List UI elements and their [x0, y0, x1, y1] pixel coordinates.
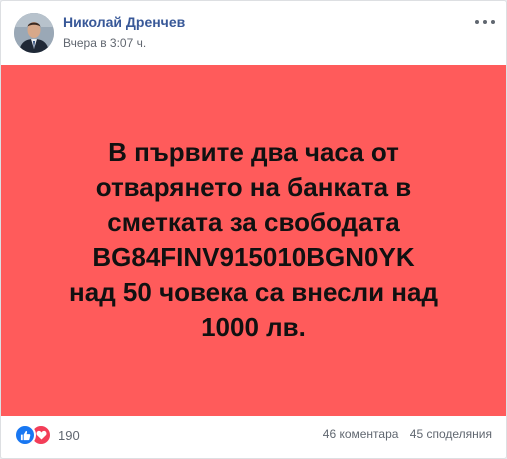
post-card: Николай Дренчев Вчера в 3:07 ч. В първит…: [0, 0, 507, 459]
more-options-icon[interactable]: [475, 15, 495, 29]
engagement-counts: 46 коментара 45 споделяния: [323, 427, 492, 441]
profile-photo: [14, 13, 54, 53]
author-name[interactable]: Николай Дренчев: [63, 14, 185, 30]
comments-count-link[interactable]: 46 коментара: [323, 427, 399, 441]
post-header: Николай Дренчев Вчера в 3:07 ч.: [1, 1, 506, 65]
post-image[interactable]: В първите два часа от отварянето на банка…: [1, 65, 506, 416]
like-icon: [14, 424, 36, 446]
image-text-line: сметката за свободата: [107, 207, 400, 237]
shares-count-link[interactable]: 45 споделяния: [410, 427, 492, 441]
post-footer: 190 46 коментара 45 споделяния: [1, 416, 506, 458]
image-text-line: над 50 човека са внесли над: [69, 277, 438, 307]
post-timestamp[interactable]: Вчера в 3:07 ч.: [63, 36, 146, 50]
image-text-line: 1000 лв.: [201, 312, 306, 342]
image-text: В първите два часа от отварянето на банка…: [1, 135, 506, 345]
reactions-summary[interactable]: 190: [14, 424, 80, 446]
image-text-line: отварянето на банката в: [95, 172, 412, 202]
image-text-line: В първите два часа от: [108, 137, 399, 167]
reaction-count: 190: [58, 427, 80, 443]
avatar[interactable]: [14, 13, 54, 53]
image-text-line: BG84FINV915010BGN0YK: [92, 242, 415, 272]
